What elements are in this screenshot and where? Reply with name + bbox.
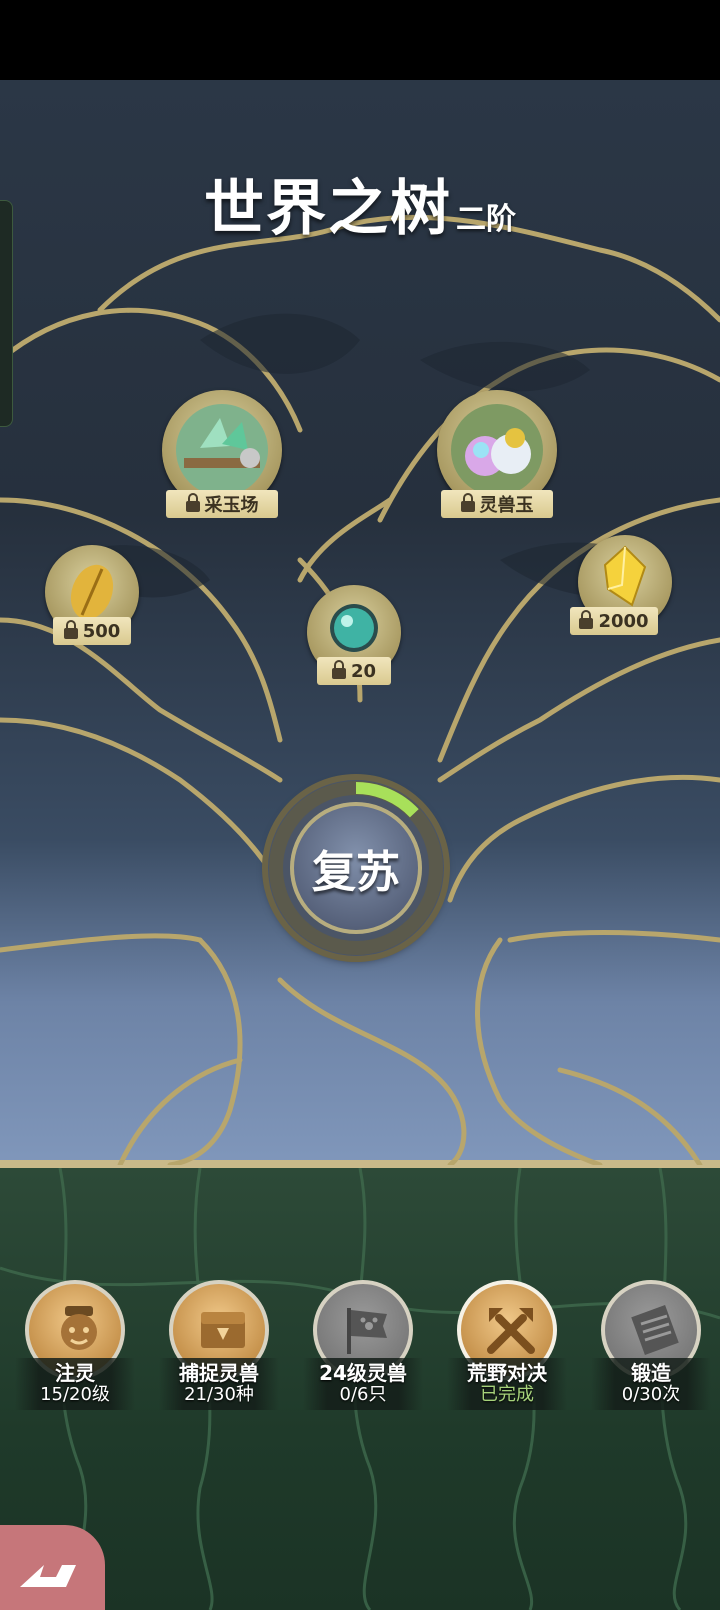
lock-icon bbox=[460, 492, 475, 512]
mask-face-icon bbox=[61, 1306, 97, 1350]
node-label: 2000 bbox=[598, 610, 649, 632]
node-lock-label: 灵兽玉 bbox=[441, 490, 553, 518]
node-lock-label: 2000 bbox=[570, 607, 658, 635]
task-item-capture[interactable]: 捕捉灵兽 21/30种 bbox=[159, 1280, 279, 1410]
corner-action-button[interactable] bbox=[0, 1525, 105, 1610]
node-label: 500 bbox=[82, 620, 121, 642]
task-label: 荒野对决 已完成 bbox=[447, 1358, 567, 1410]
world-tree-scene: 世界之树 二阶 采玉场 灵兽玉 500 20 2000 复苏 注灵 15/20级… bbox=[0, 80, 720, 1610]
lock-icon bbox=[331, 659, 346, 679]
task-item-infuse[interactable]: 注灵 15/20级 bbox=[15, 1280, 135, 1410]
task-name: 锻造 bbox=[631, 1361, 671, 1385]
task-progress: 15/20级 bbox=[40, 1384, 110, 1405]
task-item-level24-beast[interactable]: 24级灵兽 0/6只 bbox=[303, 1280, 423, 1410]
task-progress: 已完成 bbox=[480, 1384, 534, 1405]
node-lock-label: 500 bbox=[53, 617, 131, 645]
node-beast-jade[interactable]: 灵兽玉 bbox=[435, 390, 560, 518]
revive-label: 复苏 bbox=[290, 802, 422, 934]
title-stage: 二阶 bbox=[456, 202, 516, 237]
task-label: 24级灵兽 0/6只 bbox=[303, 1358, 423, 1410]
lock-icon bbox=[579, 609, 594, 629]
revive-button[interactable]: 复苏 bbox=[268, 780, 444, 956]
page-title: 世界之树 二阶 bbox=[0, 160, 720, 247]
node-label: 采玉场 bbox=[204, 495, 259, 516]
node-label: 20 bbox=[350, 660, 377, 682]
task-label: 锻造 0/30次 bbox=[591, 1358, 711, 1410]
task-progress: 21/30种 bbox=[184, 1384, 254, 1405]
node-label: 灵兽玉 bbox=[479, 495, 534, 516]
beast-jade-orbs-icon bbox=[451, 404, 543, 496]
status-bar bbox=[0, 0, 720, 80]
book-box-icon bbox=[201, 1312, 245, 1348]
jade-field-scene-icon bbox=[176, 404, 268, 496]
node-jade-field[interactable]: 采玉场 bbox=[160, 390, 285, 518]
scroll-icon bbox=[631, 1305, 679, 1355]
node-lock-label: 采玉场 bbox=[166, 490, 278, 518]
task-progress: 0/6只 bbox=[339, 1384, 387, 1405]
paw-flag-icon bbox=[347, 1308, 387, 1354]
task-item-wild-duel[interactable]: 荒野对决 已完成 bbox=[447, 1280, 567, 1410]
slash-logo-icon bbox=[20, 1565, 76, 1587]
task-list: 注灵 15/20级 捕捉灵兽 21/30种 24级灵兽 0/6只 荒野对决 已完… bbox=[0, 1280, 720, 1410]
task-item-forge[interactable]: 锻造 0/30次 bbox=[591, 1280, 711, 1410]
lock-icon bbox=[63, 619, 78, 639]
task-name: 捕捉灵兽 bbox=[179, 1361, 259, 1385]
node-lock-label: 20 bbox=[317, 657, 391, 685]
title-main: 世界之树 bbox=[204, 174, 452, 244]
lock-icon bbox=[185, 492, 200, 512]
task-name: 注灵 bbox=[55, 1361, 95, 1385]
node-gold-crystal[interactable]: 2000 bbox=[570, 535, 673, 635]
node-gold-leaf[interactable]: 500 bbox=[45, 545, 140, 645]
task-label: 注灵 15/20级 bbox=[15, 1358, 135, 1410]
crossed-weapons-icon bbox=[487, 1308, 535, 1354]
task-name: 24级灵兽 bbox=[319, 1361, 407, 1385]
task-name: 荒野对决 bbox=[467, 1361, 547, 1385]
gold-crystal-icon bbox=[603, 545, 647, 607]
spirit-orb-icon bbox=[330, 604, 378, 652]
task-progress: 0/30次 bbox=[621, 1384, 681, 1405]
task-label: 捕捉灵兽 21/30种 bbox=[159, 1358, 279, 1410]
node-spirit-orb[interactable]: 20 bbox=[307, 585, 402, 685]
